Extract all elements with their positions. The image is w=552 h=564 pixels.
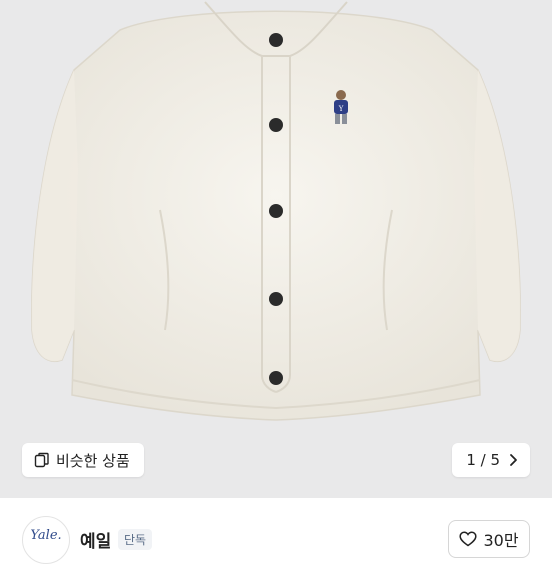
button [269, 204, 283, 218]
like-count: 30만 [483, 531, 519, 550]
product-gallery[interactable]: Y 비슷한 상품 1 / 5 [0, 0, 552, 498]
heart-icon [459, 531, 478, 547]
chevron-right-icon [510, 454, 517, 466]
sleeve-left [31, 70, 78, 362]
similar-products-label: 비슷한 상품 [56, 451, 130, 470]
image-counter-button[interactable]: 1 / 5 [452, 443, 530, 477]
copy-icon [34, 452, 49, 468]
button [269, 118, 283, 132]
seller-badge: 단독 [118, 529, 153, 550]
button [269, 292, 283, 306]
product-image: Y [31, 1, 521, 421]
svg-text:Y: Y [338, 105, 344, 113]
button [269, 371, 283, 385]
button [269, 33, 283, 47]
like-button[interactable]: 30만 [448, 520, 530, 558]
seller-avatar[interactable]: Yale. [22, 516, 70, 564]
seller-bar: Yale. 예일 단독 30만 [0, 498, 552, 564]
seller-name[interactable]: 예일 [80, 527, 111, 552]
image-counter: 1 / 5 [466, 451, 500, 469]
avatar-logo-text: Yale. [30, 527, 62, 543]
similar-products-button[interactable]: 비슷한 상품 [22, 443, 144, 477]
sleeve-right [474, 70, 521, 362]
